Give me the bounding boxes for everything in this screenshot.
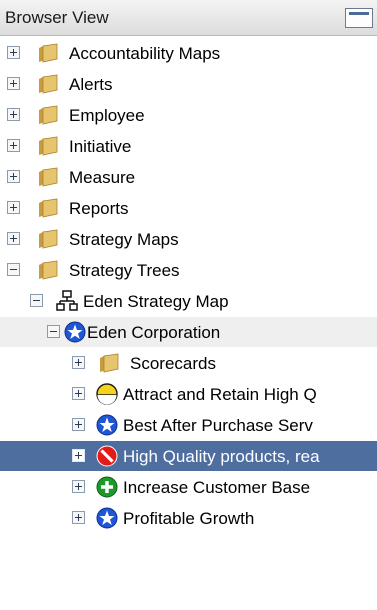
red-no-status-icon: [96, 445, 118, 467]
tree-item-attract-and-retain[interactable]: Attract and Retain High Q: [0, 379, 377, 409]
tree-item-label: Alerts: [69, 75, 113, 94]
tree-item-label: Attract and Retain High Q: [123, 385, 317, 404]
browser-view-header: Browser View: [0, 0, 377, 36]
tree-item-label: Best After Purchase Serv: [123, 416, 313, 435]
folder-icon: [39, 229, 58, 249]
minus-icon[interactable]: [47, 325, 60, 338]
tree-item-label: Strategy Trees: [69, 261, 180, 280]
tree-item-profitable-growth[interactable]: Profitable Growth: [0, 503, 377, 533]
folder-icon: [39, 74, 58, 94]
yellow-status-icon: [96, 383, 118, 405]
green-plus-status-icon: [96, 476, 118, 498]
folder-icon: [100, 353, 119, 373]
tree-item-label: Initiative: [69, 137, 132, 156]
folder-icon: [39, 167, 58, 187]
folder-icon: [39, 136, 58, 156]
plus-icon[interactable]: [7, 108, 20, 121]
hierarchy-icon: [56, 290, 78, 311]
tree-item-label: Accountability Maps: [69, 44, 221, 63]
plus-icon[interactable]: [72, 387, 85, 400]
tree-item-eden-strategy-map[interactable]: Eden Strategy Map: [0, 286, 377, 316]
tree-item-label: Reports: [69, 199, 129, 218]
plus-icon[interactable]: [7, 139, 20, 152]
tree-item-employee[interactable]: Employee: [0, 100, 377, 130]
tree-item-measure[interactable]: Measure: [0, 162, 377, 192]
tree-item-scorecards[interactable]: Scorecards: [0, 348, 377, 378]
plus-icon[interactable]: [72, 511, 85, 524]
plus-icon[interactable]: [72, 480, 85, 493]
folder-icon: [39, 260, 58, 280]
plus-icon[interactable]: [72, 356, 85, 369]
tree-item-alerts[interactable]: Alerts: [0, 69, 377, 99]
folder-icon: [39, 43, 58, 63]
plus-icon[interactable]: [72, 449, 85, 462]
tree-item-label: Profitable Growth: [123, 509, 255, 528]
folder-icon: [39, 105, 58, 125]
panel-title: Browser View: [5, 8, 109, 27]
blue-star-status-icon: [64, 321, 86, 343]
plus-icon[interactable]: [7, 201, 20, 214]
tree-item-high-quality-products[interactable]: High Quality products, rea: [0, 441, 377, 471]
tree-item-reports[interactable]: Reports: [0, 193, 377, 223]
minus-icon[interactable]: [7, 263, 20, 276]
tree-item-label: High Quality products, rea: [123, 447, 320, 466]
tree-item-label: Increase Customer Base: [123, 478, 311, 497]
tree-item-initiative[interactable]: Initiative: [0, 131, 377, 161]
tree-item-label: Strategy Maps: [69, 230, 179, 249]
tree-item-best-after-purchase[interactable]: Best After Purchase Serv: [0, 410, 377, 440]
tree-item-strategy-trees[interactable]: Strategy Trees: [0, 255, 377, 285]
folder-icon: [39, 198, 58, 218]
blue-star-status-icon: [96, 507, 118, 529]
tree-item-label: Eden Corporation: [87, 323, 221, 342]
tree-item-accountability-maps[interactable]: Accountability Maps: [0, 38, 377, 68]
plus-icon[interactable]: [72, 418, 85, 431]
panel-toggle-icon[interactable]: [345, 8, 373, 28]
tree-item-label: Employee: [69, 106, 145, 125]
minus-icon[interactable]: [30, 294, 43, 307]
tree-item-increase-customer-base[interactable]: Increase Customer Base: [0, 472, 377, 502]
tree-item-label: Eden Strategy Map: [83, 292, 229, 311]
plus-icon[interactable]: [7, 232, 20, 245]
tree-item-label: Scorecards: [130, 354, 216, 373]
blue-star-status-icon: [96, 414, 118, 436]
plus-icon[interactable]: [7, 170, 20, 183]
tree-item-label: Measure: [69, 168, 136, 187]
plus-icon[interactable]: [7, 77, 20, 90]
tree-item-strategy-maps[interactable]: Strategy Maps: [0, 224, 377, 254]
tree-item-eden-corporation[interactable]: Eden Corporation: [0, 317, 377, 347]
plus-icon[interactable]: [7, 46, 20, 59]
